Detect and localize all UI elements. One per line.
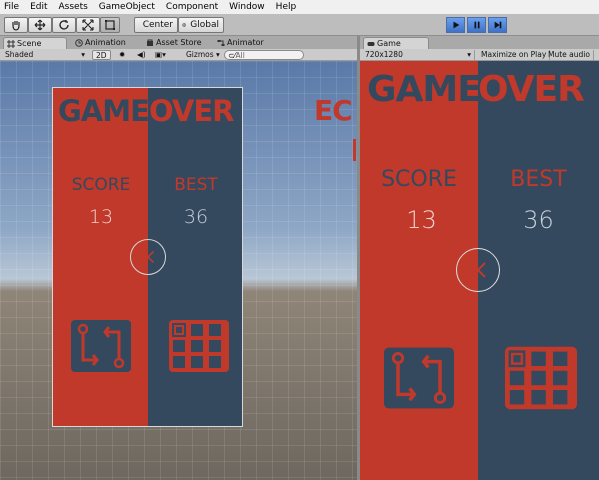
play-icon (453, 21, 459, 29)
move-tool-button[interactable] (28, 17, 52, 33)
shading-label: Shaded (5, 50, 34, 59)
dropdown-arrow-icon: ▾ (81, 50, 85, 59)
tab-asset-store-label: Asset Store (156, 38, 202, 47)
levels-grid-button[interactable] (169, 320, 229, 372)
score-label: SCORE (71, 175, 131, 195)
scene-toolbar: Shaded ▾ 2D ✹ ◀) ▣▾ Gizmos ▾ ⊂⁄All (0, 49, 357, 61)
menu-help[interactable]: Help (276, 2, 297, 12)
best-value: 36 (183, 206, 209, 228)
grid-icon (7, 40, 15, 48)
tab-animator-label: Animator (227, 38, 264, 47)
space-label: Global (190, 20, 219, 30)
menu-edit[interactable]: Edit (30, 2, 47, 12)
rect-icon (105, 20, 115, 30)
menu-window[interactable]: Window (229, 2, 265, 12)
tab-game[interactable]: Game (363, 37, 429, 49)
title-over-text: OVER (478, 69, 585, 110)
game-tab-row: Game (360, 36, 599, 49)
effects-dropdown[interactable]: ▣▾ (152, 50, 169, 60)
2d-toggle[interactable]: 2D (92, 50, 111, 60)
menu-component[interactable]: Component (166, 2, 218, 12)
close-icon (141, 250, 155, 264)
scale-tool-button[interactable] (76, 17, 100, 33)
title-over-text: OVER (149, 94, 234, 128)
tab-scene[interactable]: Scene (3, 37, 67, 49)
tab-animation[interactable]: Animation (72, 37, 138, 49)
offscreen-text: EC (314, 94, 353, 127)
scale-icon (82, 19, 94, 31)
tab-animation-label: Animation (85, 38, 126, 47)
scene-game-over-canvas: GAME OVER SCORE BEST 13 36 (52, 87, 243, 427)
rotate-icon (59, 20, 69, 30)
menu-file[interactable]: File (4, 2, 19, 12)
play-button[interactable] (446, 17, 465, 33)
space-toggle[interactable]: Global (178, 17, 224, 33)
replay-button[interactable] (71, 320, 131, 372)
tab-asset-store[interactable]: Asset Store (143, 37, 213, 49)
tab-game-label: Game (377, 39, 401, 48)
main-toolbar: Center Global (0, 14, 599, 36)
rect-tool-button[interactable] (100, 17, 120, 33)
hand-tool-button[interactable] (4, 17, 28, 33)
best-label: BEST (510, 167, 567, 192)
shading-dropdown[interactable]: Shaded ▾ (2, 50, 88, 60)
tab-scene-label: Scene (17, 39, 42, 48)
step-button[interactable] (488, 17, 507, 33)
dropdown-arrow-icon: ▾ (216, 50, 220, 59)
title-game-text: GAME (58, 94, 150, 128)
menu-bar: File Edit Assets GameObject Component Wi… (0, 0, 599, 14)
close-button[interactable] (130, 239, 166, 275)
game-view[interactable]: GAME OVER SCORE BEST 13 36 (360, 61, 599, 480)
best-label: BEST (174, 175, 218, 195)
close-button[interactable] (456, 248, 500, 292)
gizmos-label: Gizmos (186, 50, 214, 59)
pivot-toggle[interactable]: Center (134, 17, 178, 33)
step-icon (494, 21, 501, 29)
rotate-tool-button[interactable] (52, 17, 76, 33)
resolution-dropdown[interactable]: 720x1280 ▾ (362, 50, 475, 60)
lighting-toggle[interactable]: ✹ (116, 50, 128, 60)
scene-search-input[interactable]: ⊂⁄All (224, 50, 304, 60)
title-game-text: GAME (367, 69, 482, 110)
game-over-canvas: GAME OVER SCORE BEST 13 36 (360, 61, 599, 480)
resolution-label: 720x1280 (365, 50, 403, 59)
sun-icon: ✹ (119, 50, 126, 59)
replay-button[interactable] (384, 346, 454, 410)
move-icon (34, 19, 46, 31)
gizmos-dropdown[interactable]: Gizmos ▾ (183, 50, 223, 60)
audio-toggle[interactable]: ◀) (134, 50, 149, 60)
maximize-on-play-toggle[interactable]: Maximize on Play (478, 50, 551, 60)
game-toolbar: 720x1280 ▾ Maximize on Play Mute audio (360, 49, 599, 61)
hand-icon (12, 21, 20, 31)
clock-icon (75, 39, 83, 47)
speaker-icon: ◀) (137, 50, 146, 59)
pivot-label: Center (142, 20, 173, 30)
pause-button[interactable] (467, 17, 486, 33)
levels-grid-button[interactable] (505, 346, 577, 410)
dropdown-arrow-icon: ▾ (162, 50, 166, 59)
animator-icon (217, 40, 225, 46)
dropdown-arrow-icon: ▾ (467, 50, 471, 59)
offscreen-marker (353, 139, 356, 161)
pause-icon (474, 21, 479, 29)
scene-tab-row: Scene Animation Asset Store Animator (0, 36, 357, 49)
search-placeholder: All (235, 51, 245, 60)
best-value: 36 (523, 206, 554, 234)
mute-audio-toggle[interactable]: Mute audio (545, 50, 594, 60)
scene-view[interactable]: GAME OVER SCORE BEST 13 36 EC (0, 61, 357, 480)
tab-animator[interactable]: Animator (214, 37, 278, 49)
search-icon: ⊂⁄ (228, 51, 236, 60)
score-value: 13 (88, 206, 114, 228)
close-icon (470, 262, 486, 278)
menu-assets[interactable]: Assets (59, 2, 88, 12)
score-label: SCORE (381, 167, 457, 192)
gamepad-icon (367, 42, 375, 46)
score-value: 13 (406, 206, 437, 234)
store-icon (147, 39, 153, 46)
menu-gameobject[interactable]: GameObject (99, 2, 155, 12)
